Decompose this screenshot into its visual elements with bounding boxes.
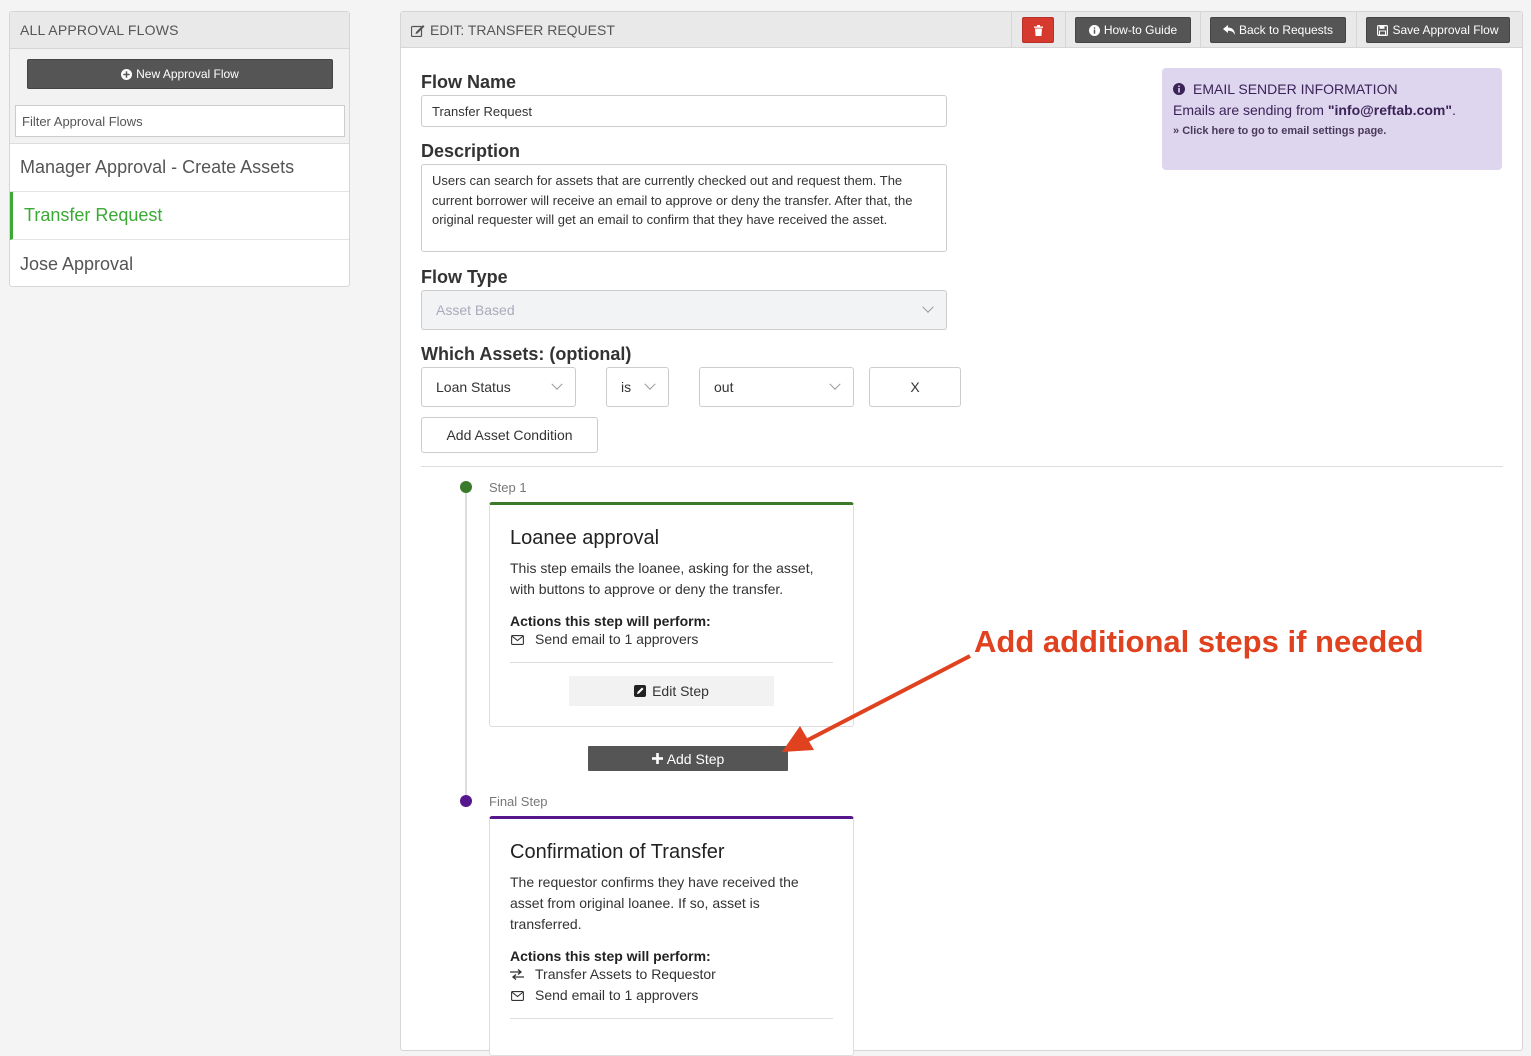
condition-value-value: out: [714, 379, 734, 395]
header-separator: [1356, 12, 1357, 48]
action-text: Send email to 1 approvers: [535, 987, 699, 1003]
save-approval-flow-button[interactable]: Save Approval Flow: [1366, 17, 1510, 43]
sidebar-tools: New Approval Flow: [10, 49, 349, 144]
back-to-requests-label: Back to Requests: [1238, 23, 1334, 37]
description-textarea[interactable]: Users can search for assets that are cur…: [421, 164, 947, 252]
plus-circle-icon: [121, 68, 133, 80]
info-sending-line: Emails are sending from "info@reftab.com…: [1173, 102, 1491, 118]
flow-item-manager-approval[interactable]: Manager Approval - Create Assets: [10, 144, 349, 192]
panel-header: EDIT: TRANSFER REQUEST How-to Guide Back…: [401, 12, 1522, 48]
condition-operator-select[interactable]: is: [606, 367, 669, 407]
edit-icon: [634, 685, 647, 697]
flow-name-label: Flow Name: [421, 72, 517, 92]
action-text: Send email to 1 approvers: [535, 631, 699, 647]
info-line-prefix: Emails are sending from: [1173, 102, 1328, 118]
condition-field-select[interactable]: Loan Status: [421, 367, 576, 407]
annotation-text: Add additional steps if needed: [974, 624, 1424, 659]
email-settings-link-text: Click here to go to email settings page.: [1182, 125, 1387, 137]
back-to-requests-button[interactable]: Back to Requests: [1210, 17, 1346, 43]
edit-step-button[interactable]: Edit Step: [569, 676, 774, 706]
condition-value-select[interactable]: out: [699, 367, 854, 407]
annotation-arrow-icon: [782, 654, 971, 752]
howto-guide-label: How-to Guide: [1103, 23, 1178, 37]
transfer-icon: [510, 969, 524, 980]
action-text: Transfer Assets to Requestor: [535, 966, 716, 982]
flow-item-transfer-request[interactable]: Transfer Request: [10, 192, 349, 240]
description-label: Description: [421, 141, 521, 161]
edit-icon: [411, 24, 425, 37]
info-circle-icon: [1088, 24, 1100, 36]
header-separator: [1200, 12, 1201, 48]
flow-type-label: Flow Type: [421, 267, 508, 287]
chevron-down-icon: [922, 301, 934, 313]
step-description: This step emails the loanee, asking for …: [510, 560, 814, 597]
step-title: Confirmation of Transfer: [510, 841, 725, 863]
new-approval-flow-button[interactable]: New Approval Flow: [27, 59, 333, 89]
email-settings-link[interactable]: » Click here to go to email settings pag…: [1173, 125, 1491, 137]
info-box-title: EMAIL SENDER INFORMATION: [1173, 81, 1491, 97]
section-divider: [421, 466, 1503, 467]
action-item: Transfer Assets to Requestor: [510, 964, 833, 985]
trash-icon: [1033, 24, 1043, 36]
howto-guide-button[interactable]: How-to Guide: [1075, 17, 1191, 43]
chevron-down-icon: [829, 378, 841, 390]
sender-email: "info@reftab.com": [1327, 102, 1452, 118]
save-approval-flow-label: Save Approval Flow: [1392, 23, 1499, 37]
actions-heading: Actions this step will perform:: [510, 613, 711, 629]
approval-flows-sidebar: ALL APPROVAL FLOWS New Approval Flow Man…: [9, 11, 350, 287]
which-assets-label: Which Assets: (optional): [421, 344, 632, 364]
edit-flow-panel: EDIT: TRANSFER REQUEST How-to Guide Back…: [400, 11, 1523, 1056]
condition-field-value: Loan Status: [436, 379, 511, 395]
step-card-confirmation: Confirmation of Transfer The requestor c…: [489, 816, 854, 1056]
step-1-label: Step 1: [489, 480, 527, 495]
condition-operator-value: is: [621, 379, 632, 395]
flow-type-select: Asset Based: [421, 290, 947, 330]
info-line-suffix: .: [1452, 102, 1456, 118]
step-title: Loanee approval: [510, 527, 660, 549]
envelope-icon: [510, 990, 524, 1001]
remove-condition-button[interactable]: X: [869, 367, 961, 407]
new-approval-flow-label: New Approval Flow: [136, 67, 239, 81]
final-step-dot: [460, 795, 472, 807]
header-separator: [1011, 12, 1012, 48]
action-item: Send email to 1 approvers: [510, 985, 833, 1006]
filter-flows-input[interactable]: [15, 105, 345, 137]
plus-icon: [651, 753, 663, 764]
panel-title-text: EDIT: TRANSFER REQUEST: [430, 22, 615, 38]
step-description: The requestor confirms they have receive…: [510, 874, 799, 932]
info-title-text: EMAIL SENDER INFORMATION: [1193, 81, 1398, 97]
email-sender-info-box: EMAIL SENDER INFORMATION Emails are send…: [1162, 68, 1502, 170]
header-separator: [1065, 12, 1066, 48]
chevron-down-icon: [551, 378, 563, 390]
double-chevron-right-icon: »: [1173, 125, 1180, 137]
save-icon: [1377, 24, 1389, 36]
flow-item-jose-approval[interactable]: Jose Approval: [10, 240, 349, 288]
flow-type-value: Asset Based: [436, 302, 515, 318]
action-item: Send email to 1 approvers: [510, 629, 833, 650]
flow-name-input[interactable]: [421, 95, 947, 127]
reply-arrow-icon: [1222, 25, 1235, 35]
final-step-label: Final Step: [489, 794, 548, 809]
delete-flow-button[interactable]: [1022, 17, 1054, 43]
chevron-down-icon: [644, 378, 656, 390]
add-step-button[interactable]: Add Step: [588, 746, 788, 771]
info-circle-icon: [1173, 83, 1185, 95]
add-step-label: Add Step: [666, 750, 725, 767]
timeline-line: [465, 488, 467, 800]
card-divider: [510, 1018, 833, 1019]
envelope-icon: [510, 634, 524, 645]
step-1-dot: [460, 481, 472, 493]
sidebar-title: ALL APPROVAL FLOWS: [10, 12, 349, 49]
panel-title: EDIT: TRANSFER REQUEST: [411, 22, 615, 38]
actions-heading: Actions this step will perform:: [510, 948, 711, 964]
edit-step-label: Edit Step: [652, 683, 709, 699]
add-asset-condition-button[interactable]: Add Asset Condition: [421, 417, 598, 453]
